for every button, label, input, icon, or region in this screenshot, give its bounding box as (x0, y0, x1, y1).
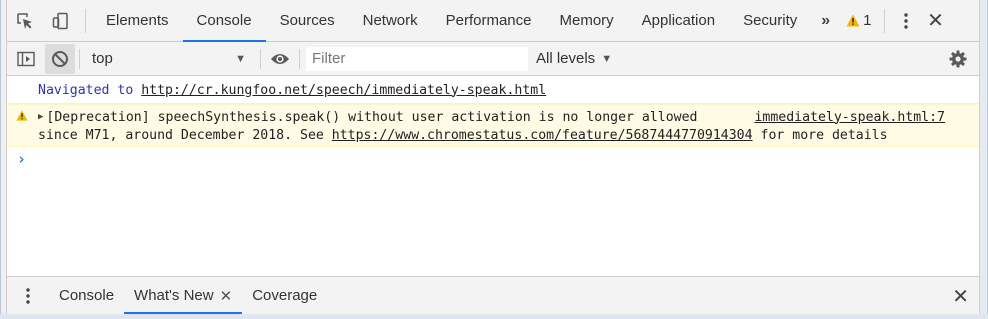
chromestatus-link[interactable]: https://www.chromestatus.com/feature/568… (332, 128, 753, 143)
log-levels-dropdown[interactable]: All levels ▼ (536, 50, 612, 67)
more-tabs-icon: » (821, 11, 831, 29)
navigation-message: Navigated to http://cr.kungfoo.net/speec… (7, 77, 979, 104)
kebab-menu-icon (26, 288, 30, 304)
tab-label: Performance (445, 12, 532, 29)
tab-label: Application (641, 12, 716, 29)
close-devtools-button[interactable]: ✕ (921, 0, 951, 41)
navigation-prefix: Navigated to (38, 82, 142, 98)
close-icon: ✕ (952, 285, 969, 308)
tab-label: Console (196, 12, 252, 29)
warning-message: ▶ [Deprecation] speechSynthesis.speak() w… (7, 104, 979, 147)
drawer-tab-coverage[interactable]: Coverage (242, 277, 327, 314)
tab-memory[interactable]: Memory (546, 0, 628, 41)
console-settings-button[interactable] (943, 44, 973, 74)
drawer-tab-console[interactable]: Console (49, 277, 124, 314)
filter-input[interactable] (306, 46, 528, 71)
log-levels-value: All levels (536, 50, 596, 67)
toolbar-divider (883, 8, 885, 33)
tab-label: Security (743, 12, 798, 29)
warning-icon (16, 110, 28, 121)
warnings-counter-button[interactable]: 1 (840, 0, 877, 41)
drawer-menu-button[interactable] (7, 277, 49, 315)
drawer-tab-label: Console (59, 287, 115, 304)
toolbar-divider (85, 8, 86, 33)
warning-line-2: since M71, around December 2018. See htt… (38, 126, 945, 144)
toolbar-divider (260, 48, 261, 69)
close-drawer-button[interactable]: ✕ (952, 277, 969, 315)
expand-triangle-icon[interactable]: ▶ (38, 112, 43, 122)
window-bottom-edge (0, 314, 988, 319)
inspect-element-icon[interactable] (7, 0, 43, 42)
tab-console[interactable]: Console (182, 0, 266, 42)
device-toolbar-icon[interactable] (43, 0, 79, 42)
dropdown-arrow-icon: ▼ (601, 52, 613, 65)
tab-elements[interactable]: Elements (92, 0, 183, 41)
drawer-tab-label: Coverage (252, 287, 318, 304)
more-tabs-button[interactable]: » (811, 0, 840, 41)
tab-label: Memory (559, 12, 614, 29)
tab-network[interactable]: Network (349, 0, 432, 41)
tab-performance[interactable]: Performance (432, 0, 546, 41)
warning-source-link[interactable]: immediately-speak.html:7 (754, 108, 945, 126)
devtools-tabbar: Elements Console Sources Network Perform… (7, 0, 979, 42)
close-tab-icon[interactable]: ✕ (220, 287, 233, 305)
drawer-tabbar: Console What's New ✕ Coverage ✕ (7, 276, 979, 314)
window-right-edge (979, 0, 987, 319)
drawer-tab-label: What's New (134, 287, 214, 304)
tab-label: Network (362, 12, 418, 29)
tab-label: Elements (106, 12, 169, 29)
warning-line2-prefix: since M71, around December 2018. See (38, 127, 332, 143)
tab-security[interactable]: Security (729, 0, 811, 41)
console-prompt[interactable]: › (7, 147, 979, 171)
context-selector[interactable]: top ▼ (84, 44, 256, 74)
sidebar-toggle-icon (17, 51, 35, 66)
clear-console-icon (52, 50, 68, 67)
show-sidebar-button[interactable] (11, 44, 41, 74)
console-toolbar: top ▼ All levels ▼ (7, 42, 979, 76)
warning-line2-suffix: for more details (752, 127, 888, 143)
gear-icon (949, 50, 967, 68)
clear-console-button[interactable] (45, 43, 75, 74)
toolbar-divider (299, 48, 300, 69)
warning-count: 1 (863, 12, 872, 29)
warning-text: [Deprecation] speechSynthesis.speak() wi… (46, 109, 698, 125)
kebab-menu-icon (903, 12, 908, 29)
close-icon: ✕ (927, 10, 944, 32)
tab-label: Sources (279, 12, 335, 29)
dropdown-arrow-icon: ▼ (235, 52, 246, 65)
toolbar-divider (79, 48, 80, 69)
tab-sources[interactable]: Sources (266, 0, 349, 41)
warning-icon (846, 14, 860, 27)
context-value: top (92, 50, 113, 67)
console-output: Navigated to http://cr.kungfoo.net/speec… (7, 77, 979, 276)
prompt-chevron-icon: › (17, 150, 27, 168)
customize-menu-button[interactable] (891, 0, 921, 41)
drawer-tab-whats-new[interactable]: What's New ✕ (124, 277, 243, 314)
navigation-url-link[interactable]: http://cr.kungfoo.net/speech/immediately… (141, 83, 546, 98)
tab-application[interactable]: Application (628, 0, 729, 41)
live-expression-button[interactable] (265, 44, 295, 74)
eye-icon (271, 53, 289, 64)
